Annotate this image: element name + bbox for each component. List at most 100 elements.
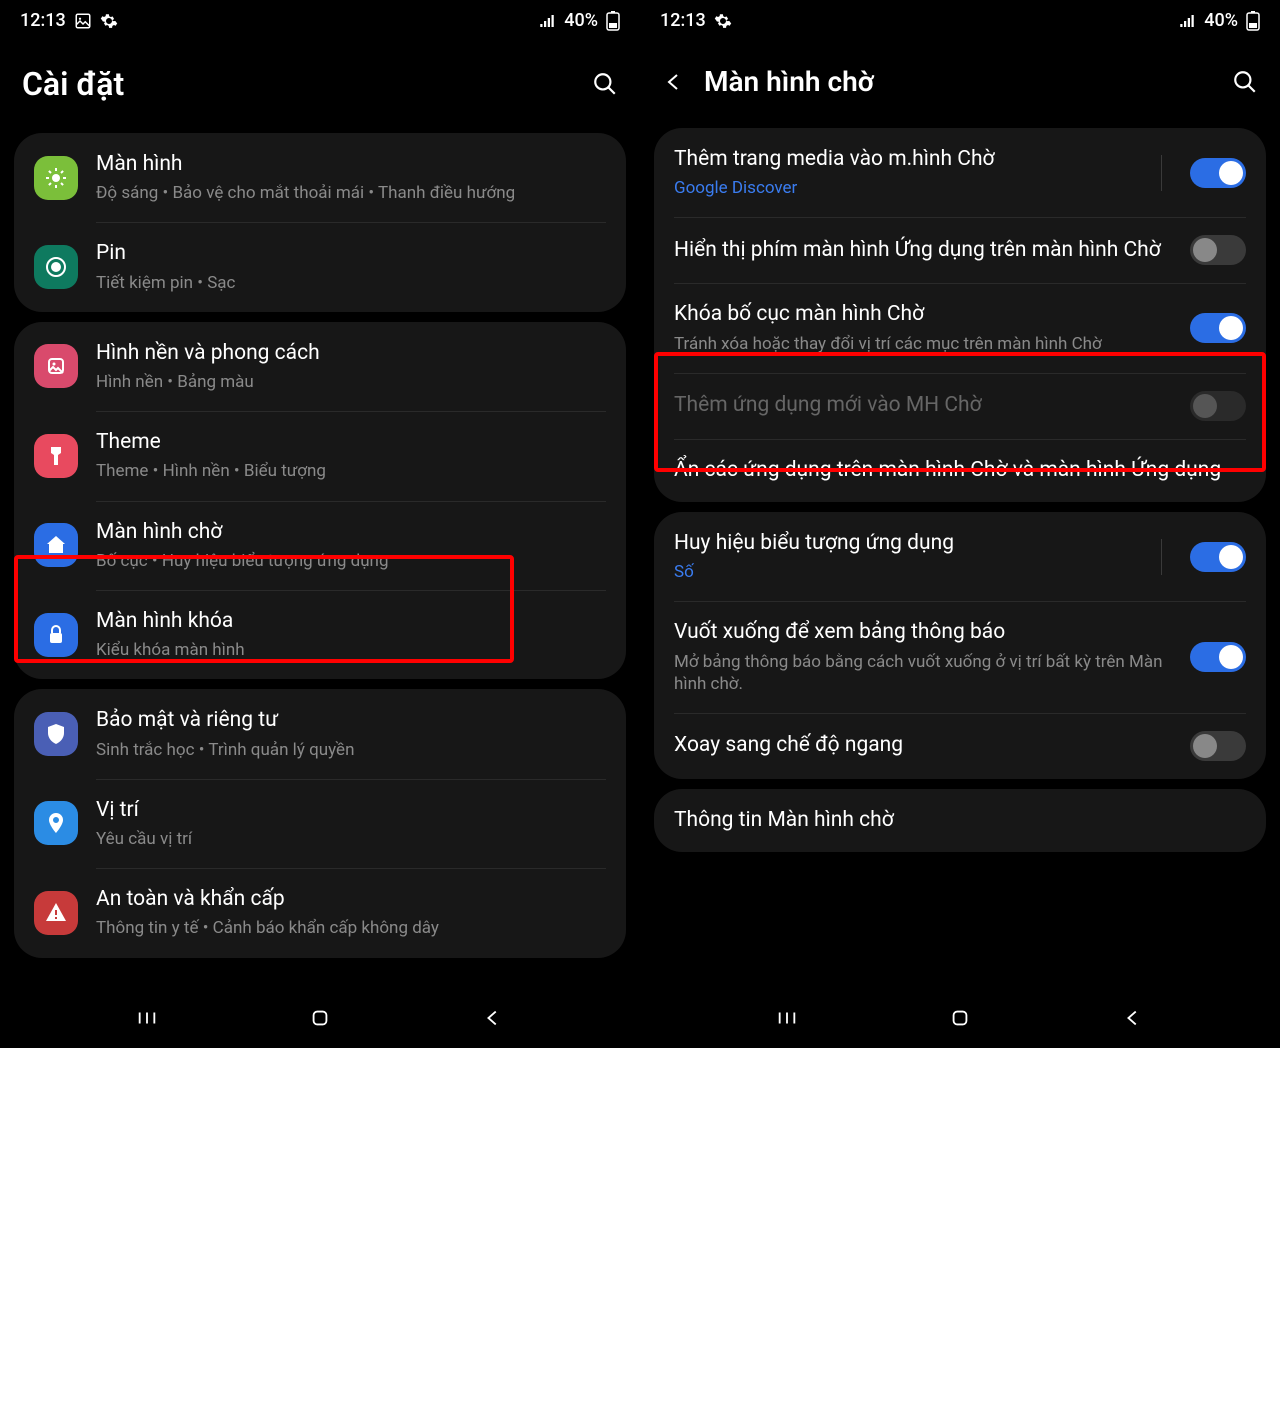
toggle-switch[interactable] [1190, 642, 1246, 672]
item-title: Vuốt xuống để xem bảng thông báo [674, 619, 1178, 646]
item-title: Huy hiệu biểu tượng ứng dụng [674, 530, 1145, 557]
settings-group: Hình nền và phong cách Hình nền • Bảng m… [14, 322, 626, 680]
toggle-switch[interactable] [1190, 235, 1246, 265]
item-title: Khóa bố cục màn hình Chờ [674, 301, 1178, 328]
settings-item-emergency[interactable]: An toàn và khẩn cấp Thông tin y tế • Cản… [14, 868, 626, 957]
toggle-switch[interactable] [1190, 542, 1246, 572]
nav-back[interactable] [473, 998, 513, 1038]
battery-icon [1246, 11, 1260, 31]
signal-icon [1178, 12, 1196, 30]
nav-home[interactable] [300, 998, 340, 1038]
status-time: 12:13 [20, 10, 66, 31]
item-title: Thêm ứng dụng mới vào MH Chờ [674, 392, 1178, 419]
toggle-switch[interactable] [1190, 313, 1246, 343]
page-title: Màn hình chờ [704, 65, 1232, 98]
item-title: Thông tin Màn hình chờ [674, 807, 1246, 834]
item-subtitle: Tiết kiệm pin • Sạc [96, 272, 606, 294]
settings-group: Màn hình Độ sáng • Bảo vệ cho mắt thoải … [14, 133, 626, 312]
item-subtitle: Google Discover [674, 177, 1145, 199]
item-title: Màn hình [96, 151, 606, 178]
option-rotate-landscape[interactable]: Xoay sang chế độ ngang [654, 713, 1266, 779]
item-title: Theme [96, 429, 606, 456]
option-swipe-down-notifications[interactable]: Vuốt xuống để xem bảng thông báo Mở bảng… [654, 601, 1266, 712]
settings-item-theme[interactable]: Theme Theme • Hình nền • Biểu tượng [14, 411, 626, 500]
settings-item-security[interactable]: Bảo mật và riêng tư Sinh trắc học • Trìn… [14, 689, 626, 778]
back-button[interactable] [662, 70, 686, 94]
option-about-home-screen[interactable]: Thông tin Màn hình chờ [654, 789, 1266, 852]
status-bar: 12:13 40% [0, 0, 640, 37]
nav-home[interactable] [940, 998, 980, 1038]
battery-percent: 40% [1204, 10, 1238, 31]
option-app-icon-badges[interactable]: Huy hiệu biểu tượng ứng dụng Số [654, 512, 1266, 601]
location-icon [34, 801, 78, 845]
item-subtitle: Thông tin y tế • Cảnh báo khẩn cấp không… [96, 917, 606, 939]
item-title: Hiển thị phím màn hình Ứng dụng trên màn… [674, 237, 1178, 264]
search-button[interactable] [592, 71, 618, 97]
item-subtitle: Bố cục • Huy hiệu biểu tượng ứng dụng [96, 550, 606, 572]
toggle-switch[interactable] [1190, 731, 1246, 761]
toggle-switch[interactable] [1190, 158, 1246, 188]
item-subtitle: Mở bảng thông báo bằng cách vuốt xuống ở… [674, 651, 1178, 695]
divider [1161, 539, 1162, 575]
item-subtitle: Số [674, 561, 1145, 583]
settings-group: Thêm trang media vào m.hình Chờ Google D… [654, 128, 1266, 502]
status-bar: 12:13 40% [640, 0, 1280, 37]
battery-circle-icon [34, 245, 78, 289]
page-title: Cài đặt [22, 65, 592, 103]
item-subtitle: Yêu cầu vị trí [96, 828, 606, 850]
emergency-icon [34, 891, 78, 935]
item-title: Ẩn các ứng dụng trên màn hình Chờ và màn… [674, 457, 1246, 484]
theme-icon [34, 434, 78, 478]
item-title: An toàn và khẩn cấp [96, 886, 606, 913]
item-subtitle: Sinh trắc học • Trình quản lý quyền [96, 739, 606, 761]
item-title: Thêm trang media vào m.hình Chờ [674, 146, 1145, 173]
item-title: Màn hình chờ [96, 519, 606, 546]
settings-item-lock-screen[interactable]: Màn hình khóa Kiểu khóa màn hình [14, 590, 626, 679]
settings-group: Thông tin Màn hình chờ [654, 789, 1266, 852]
option-lock-layout[interactable]: Khóa bố cục màn hình Chờ Tránh xóa hoặc … [654, 283, 1266, 372]
settings-group: Bảo mật và riêng tư Sinh trắc học • Trìn… [14, 689, 626, 957]
settings-item-location[interactable]: Vị trí Yêu cầu vị trí [14, 779, 626, 868]
header: Màn hình chờ [640, 37, 1280, 118]
item-subtitle: Theme • Hình nền • Biểu tượng [96, 460, 606, 482]
item-title: Màn hình khóa [96, 608, 606, 635]
item-title: Pin [96, 240, 606, 267]
image-icon [74, 12, 92, 30]
settings-item-wallpaper[interactable]: Hình nền và phong cách Hình nền • Bảng m… [14, 322, 626, 411]
option-hide-apps[interactable]: Ẩn các ứng dụng trên màn hình Chờ và màn… [654, 439, 1266, 502]
search-button[interactable] [1232, 69, 1258, 95]
nav-bar [640, 988, 1280, 1048]
signal-icon [538, 12, 556, 30]
nav-back[interactable] [1113, 998, 1153, 1038]
phone-right: 12:13 40% Màn hình chờ Thêm trang media … [640, 0, 1280, 1048]
phone-left: 12:13 40% Cài đặt Màn hình Độ sáng • Bảo… [0, 0, 640, 1048]
gear-icon [714, 12, 732, 30]
shield-icon [34, 712, 78, 756]
nav-bar [0, 988, 640, 1048]
nav-recents[interactable] [767, 998, 807, 1038]
toggle-switch [1190, 391, 1246, 421]
item-subtitle: Độ sáng • Bảo vệ cho mắt thoải mái • Tha… [96, 182, 606, 204]
home-icon [34, 523, 78, 567]
nav-recents[interactable] [127, 998, 167, 1038]
display-icon [34, 156, 78, 200]
status-time: 12:13 [660, 10, 706, 31]
item-title: Hình nền và phong cách [96, 340, 606, 367]
lock-icon [34, 613, 78, 657]
option-show-apps-button[interactable]: Hiển thị phím màn hình Ứng dụng trên màn… [654, 217, 1266, 283]
settings-group: Huy hiệu biểu tượng ứng dụng Số Vuốt xuố… [654, 512, 1266, 779]
battery-percent: 40% [564, 10, 598, 31]
option-add-new-apps: Thêm ứng dụng mới vào MH Chờ [654, 373, 1266, 439]
header: Cài đặt [0, 37, 640, 123]
option-add-media-page[interactable]: Thêm trang media vào m.hình Chờ Google D… [654, 128, 1266, 217]
battery-icon [606, 11, 620, 31]
wallpaper-icon [34, 344, 78, 388]
item-title: Vị trí [96, 797, 606, 824]
settings-item-home-screen[interactable]: Màn hình chờ Bố cục • Huy hiệu biểu tượn… [14, 501, 626, 590]
divider [1161, 155, 1162, 191]
item-subtitle: Kiểu khóa màn hình [96, 639, 606, 661]
settings-item-battery[interactable]: Pin Tiết kiệm pin • Sạc [14, 222, 626, 311]
settings-item-display[interactable]: Màn hình Độ sáng • Bảo vệ cho mắt thoải … [14, 133, 626, 222]
gear-icon [100, 12, 118, 30]
item-subtitle: Hình nền • Bảng màu [96, 371, 606, 393]
